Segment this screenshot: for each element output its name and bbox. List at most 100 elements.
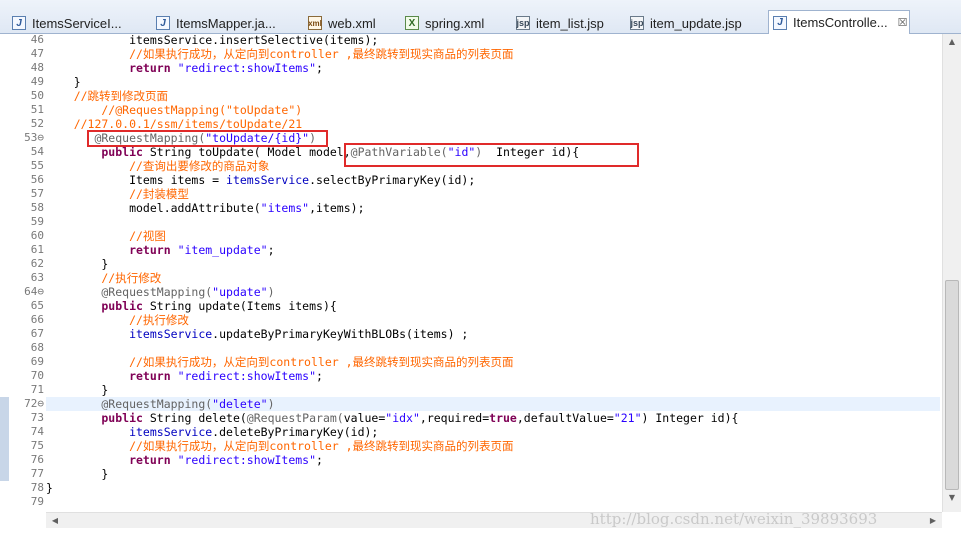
code-line[interactable]: } (46, 257, 108, 271)
code-line[interactable]: itemsService.deleteByPrimaryKey(id); (46, 425, 378, 439)
line-number: 54 (30, 145, 44, 158)
tab-web-xml[interactable]: xml web.xml (308, 12, 376, 34)
code-token: //如果执行成功，从定向到controller ,最终跳转到现实商品的列表页面 (46, 47, 514, 61)
line-number: 49 (30, 75, 44, 88)
code-token: String delete( (149, 411, 247, 425)
code-token: "redirect:showItems" (177, 61, 317, 75)
code-line[interactable]: itemsService.insertSelective(items); (46, 34, 378, 47)
code-line[interactable]: return "redirect:showItems"; (46, 453, 323, 467)
line-number: 59 (30, 215, 44, 228)
tab-label: web.xml (328, 15, 376, 31)
scroll-right-icon[interactable]: ▶ (926, 513, 940, 529)
tab-items-controller[interactable]: J ItemsControlle... ☒ (768, 10, 910, 34)
code-line[interactable]: //封装模型 (46, 187, 189, 201)
line-number: 55 (30, 159, 44, 172)
code-token: } (46, 383, 109, 397)
code-token: //跳转到修改页面 (46, 89, 169, 103)
code-line[interactable]: model.addAttribute("items",items); (46, 201, 364, 215)
vertical-scrollbar[interactable]: ▲ ▼ (942, 34, 961, 512)
tab-item-update-jsp[interactable]: jsp item_update.jsp (630, 12, 742, 34)
tab-spring-xml[interactable]: X spring.xml (405, 12, 484, 34)
code-area[interactable]: itemsService.insertSelective(items); //如… (46, 34, 942, 512)
line-number: 67 (30, 327, 44, 340)
code-line[interactable]: } (46, 467, 108, 481)
java-file-icon: J (12, 16, 26, 30)
code-token: ; (316, 453, 323, 467)
close-tab-icon[interactable]: ☒ (898, 16, 908, 29)
code-line[interactable]: itemsService.updateByPrimaryKeyWithBLOBs… (46, 327, 468, 341)
code-token: ,required= (419, 411, 490, 425)
line-number: 66 (30, 313, 44, 326)
code-token: public (46, 299, 150, 313)
code-token: "idx" (385, 411, 420, 425)
code-token: itemsService (46, 327, 213, 341)
code-line[interactable]: } (46, 75, 81, 89)
code-token: ; (316, 369, 323, 383)
code-line[interactable]: //执行修改 (46, 313, 189, 327)
code-line[interactable]: //127.0.0.1/ssm/items/toUpdate/21 (46, 117, 303, 131)
code-line[interactable]: public String delete(@RequestParam(value… (46, 411, 738, 425)
line-number: 74 (30, 425, 44, 438)
tab-items-mapper[interactable]: J ItemsMapper.ja... (156, 12, 276, 34)
jsp-file-icon: jsp (516, 16, 530, 30)
code-line[interactable]: //跳转到修改页面 (46, 89, 168, 103)
xml-file-icon: xml (308, 16, 322, 30)
code-token: //如果执行成功，从定向到controller ,最终跳转到现实商品的列表页面 (46, 355, 514, 369)
code-line[interactable]: //如果执行成功，从定向到controller ,最终跳转到现实商品的列表页面 (46, 439, 513, 453)
scroll-up-icon[interactable]: ▲ (943, 34, 961, 50)
code-editor[interactable]: 46 47 48 49 50 51 52 53⊖ 54 55 56 57 58 59 60 61 62 63 64⊖… (0, 33, 961, 538)
code-line[interactable]: @RequestMapping("update") (46, 285, 275, 299)
code-line[interactable]: //视图 (46, 229, 166, 243)
code-line[interactable]: //执行修改 (46, 271, 161, 285)
overview-ruler (0, 34, 9, 512)
line-number: 64⊖ (24, 285, 44, 298)
code-token: .updateByPrimaryKeyWithBLOBs(items) ; (212, 327, 469, 341)
line-number: 65 (30, 299, 44, 312)
line-number: 69 (30, 355, 44, 368)
vertical-scroll-thumb[interactable] (945, 280, 959, 490)
code-token: //执行修改 (46, 271, 162, 285)
tab-item-list-jsp[interactable]: jsp item_list.jsp (516, 12, 604, 34)
line-number: 58 (30, 201, 44, 214)
scroll-left-icon[interactable]: ◀ (48, 513, 62, 529)
tab-label: ItemsMapper.ja... (176, 15, 276, 31)
code-token: String update(Items items){ (149, 299, 337, 313)
scroll-down-icon[interactable]: ▼ (943, 490, 961, 506)
code-token: //执行修改 (46, 313, 189, 327)
code-line[interactable]: Items items = itemsService.selectByPrima… (46, 173, 475, 187)
code-line[interactable]: //查询出要修改的商品对象 (46, 159, 269, 173)
code-line[interactable]: //如果执行成功，从定向到controller ,最终跳转到现实商品的列表页面 (46, 355, 514, 369)
line-number: 60 (30, 229, 44, 242)
code-token: model.addAttribute( (46, 201, 261, 215)
line-number: 47 (30, 47, 44, 60)
path-variable-highlight-box (344, 143, 639, 167)
code-token: ) (267, 285, 275, 299)
line-number: 78 (30, 481, 44, 494)
line-number-gutter: 46 47 48 49 50 51 52 53⊖ 54 55 56 57 58 59 60 61 62 63 64⊖… (10, 33, 46, 512)
line-number: 48 (30, 61, 44, 74)
code-line[interactable]: return "redirect:showItems"; (46, 369, 323, 383)
code-line[interactable]: } (46, 383, 108, 397)
code-line[interactable]: return "item_update"; (46, 243, 274, 257)
code-token: ) Integer id){ (641, 411, 739, 425)
java-file-icon: J (773, 15, 787, 30)
code-token: .deleteByPrimaryKey(id); (212, 425, 379, 439)
code-line[interactable]: @RequestMapping("delete") (46, 397, 274, 411)
change-marker (0, 467, 9, 481)
code-line[interactable]: } (46, 481, 53, 495)
line-number: 50 (30, 89, 44, 102)
editor-tab-bar: J ItemsServiceI... J ItemsMapper.ja... x… (0, 0, 961, 34)
tab-items-service-impl[interactable]: J ItemsServiceI... (12, 12, 122, 34)
annotation-highlight-box (87, 130, 328, 147)
code-token: ,defaultValue= (516, 411, 614, 425)
line-number: 79 (30, 495, 44, 508)
code-line[interactable]: public String update(Items items){ (46, 299, 337, 313)
line-number: 75 (30, 439, 44, 452)
code-line[interactable]: return "redirect:showItems"; (46, 61, 323, 75)
code-token: "item_update" (177, 243, 268, 257)
tab-label: ItemsControlle... (793, 15, 888, 30)
code-line[interactable]: //如果执行成功，从定向到controller ,最终跳转到现实商品的列表页面 (46, 47, 514, 61)
code-token: "21" (613, 411, 642, 425)
code-line[interactable]: //@RequestMapping("toUpdate") (46, 103, 302, 117)
line-number: 73 (30, 411, 44, 424)
